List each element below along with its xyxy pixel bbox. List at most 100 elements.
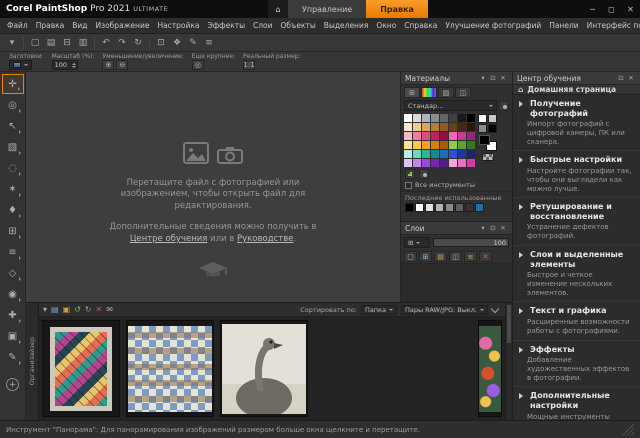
panel-menu-icon[interactable]: ▾ bbox=[478, 73, 488, 83]
new-image-icon[interactable]: ▢ bbox=[27, 36, 43, 50]
all-tools-checkbox[interactable] bbox=[405, 181, 412, 189]
undo-icon[interactable]: ↶ bbox=[98, 36, 114, 50]
organizer-tab[interactable]: Организайзер bbox=[26, 303, 39, 420]
gradient-tab[interactable]: ▨ bbox=[438, 87, 454, 98]
menu-item-layers[interactable]: Слои bbox=[249, 21, 277, 30]
learning-section-advanced[interactable]: Дополнительные настройки Мощные инструме… bbox=[513, 387, 640, 420]
color-swatch[interactable] bbox=[449, 132, 457, 140]
color-swatch[interactable] bbox=[458, 114, 466, 122]
menu-item-help[interactable]: Справка bbox=[400, 21, 441, 30]
color-swatch[interactable] bbox=[488, 114, 497, 123]
menu-item-palettes[interactable]: Панели bbox=[545, 21, 582, 30]
collapse-panel-icon[interactable] bbox=[490, 304, 500, 313]
color-swatch[interactable] bbox=[440, 123, 448, 131]
color-swatch[interactable] bbox=[458, 150, 466, 158]
pick-tool-button[interactable]: ↖ bbox=[2, 116, 24, 136]
foreground-color-swatch[interactable] bbox=[478, 135, 490, 145]
add-swatch-button[interactable] bbox=[405, 169, 415, 179]
spin-up-icon[interactable] bbox=[71, 61, 76, 65]
menu-item-selections[interactable]: Выделения bbox=[320, 21, 373, 30]
learning-section-text-graphics[interactable]: Текст и графика Расширенные возможности … bbox=[513, 302, 640, 341]
color-swatch[interactable] bbox=[478, 124, 487, 133]
palette-toggle-icon[interactable]: ❖ bbox=[169, 36, 185, 50]
color-swatch[interactable] bbox=[458, 141, 466, 149]
color-swatch[interactable] bbox=[404, 123, 412, 131]
menu-item-adjust[interactable]: Настройка bbox=[153, 21, 203, 30]
panel-float-icon[interactable]: ⊡ bbox=[488, 223, 498, 233]
color-swatch[interactable] bbox=[413, 123, 421, 131]
color-swatch[interactable] bbox=[413, 141, 421, 149]
color-swatch[interactable] bbox=[440, 132, 448, 140]
color-swatch[interactable] bbox=[422, 114, 430, 122]
zoom-in-button[interactable]: ⊕ bbox=[102, 60, 115, 70]
actual-size-button[interactable]: 1:1 bbox=[243, 60, 256, 70]
minimize-button[interactable]: ─ bbox=[583, 0, 602, 18]
new-group-button[interactable]: ⊞ bbox=[419, 251, 432, 262]
color-swatch[interactable] bbox=[431, 132, 439, 140]
organizer-menu-icon[interactable]: ▾ bbox=[43, 305, 47, 314]
color-swatch[interactable] bbox=[413, 114, 421, 122]
color-swatch[interactable] bbox=[413, 132, 421, 140]
email-icon[interactable]: ✉ bbox=[106, 305, 113, 314]
dropper-tool-button[interactable]: ♦ bbox=[2, 200, 24, 220]
resize-grip[interactable] bbox=[622, 423, 634, 436]
rotate-left-icon[interactable]: ↺ bbox=[74, 305, 81, 314]
menu-item-view[interactable]: Вид bbox=[68, 21, 91, 30]
pattern-tab[interactable]: ◫ bbox=[455, 87, 471, 98]
menu-item-objects[interactable]: Объекты bbox=[277, 21, 320, 30]
panel-close-icon[interactable]: ✕ bbox=[626, 73, 636, 83]
panel-float-icon[interactable]: ⊡ bbox=[616, 73, 626, 83]
color-swatch[interactable] bbox=[431, 150, 439, 158]
color-swatch[interactable] bbox=[422, 159, 430, 167]
organizer-scrollbar[interactable] bbox=[505, 303, 512, 420]
maximize-button[interactable]: ◻ bbox=[602, 0, 621, 18]
selection-tool-button[interactable]: ▧ bbox=[2, 137, 24, 157]
color-swatch[interactable] bbox=[458, 123, 466, 131]
color-swatch[interactable] bbox=[404, 150, 412, 158]
color-swatch[interactable] bbox=[431, 141, 439, 149]
color-swatch[interactable] bbox=[449, 123, 457, 131]
swatch-set-dropdown[interactable]: Стандар... bbox=[404, 100, 497, 111]
color-swatch[interactable] bbox=[404, 114, 412, 122]
refresh-icon[interactable]: ↻ bbox=[130, 36, 146, 50]
edit-mode-icon[interactable]: ✎ bbox=[185, 36, 201, 50]
color-swatch[interactable] bbox=[478, 114, 487, 123]
color-swatch[interactable] bbox=[425, 203, 434, 212]
thumbnail-mosaic-photo[interactable] bbox=[126, 320, 214, 417]
color-swatch[interactable] bbox=[467, 159, 475, 167]
color-swatch[interactable] bbox=[405, 203, 414, 212]
panel-close-icon[interactable]: ✕ bbox=[498, 223, 508, 233]
menu-item-photo-fix[interactable]: Улучшение фотографий bbox=[441, 21, 545, 30]
rotate-right-icon[interactable]: ↻ bbox=[85, 305, 92, 314]
zoom-larger-button[interactable]: ◎ bbox=[191, 60, 204, 70]
tab-manage[interactable]: Управление bbox=[288, 0, 367, 18]
makeover-tool-button[interactable]: ✚ bbox=[2, 305, 24, 325]
screen-capture-icon[interactable]: ⊡ bbox=[153, 36, 169, 50]
adjustment-layer-button[interactable]: ≡ bbox=[464, 251, 477, 262]
crop-tool-button[interactable]: ⊞ bbox=[2, 221, 24, 241]
color-swatch[interactable] bbox=[440, 150, 448, 158]
color-swatch[interactable] bbox=[449, 141, 457, 149]
menu-item-image[interactable]: Изображение bbox=[92, 21, 154, 30]
open-file-icon[interactable]: ▤ bbox=[43, 36, 59, 50]
sort-by-dropdown[interactable]: Папка bbox=[360, 304, 397, 315]
menu-item-file[interactable]: Файл bbox=[3, 21, 32, 30]
learning-section-effects[interactable]: Эффекты Добавление художественных эффект… bbox=[513, 341, 640, 388]
learning-section-quick-adjust[interactable]: Быстрые настройки Настройте фотографии т… bbox=[513, 151, 640, 199]
mask-layer-button[interactable]: ◫ bbox=[449, 251, 462, 262]
color-swatch[interactable] bbox=[415, 203, 424, 212]
clone-tool-button[interactable]: ▣ bbox=[2, 326, 24, 346]
thumbnail-flowers-photo[interactable] bbox=[478, 320, 502, 417]
magic-wand-tool-button[interactable]: ✶ bbox=[2, 179, 24, 199]
swatches-tab[interactable]: ⊞ bbox=[404, 87, 420, 98]
color-swatch[interactable] bbox=[467, 123, 475, 131]
perspective-tool-button[interactable]: ◇ bbox=[2, 263, 24, 283]
color-swatch[interactable] bbox=[431, 159, 439, 167]
color-swatch[interactable] bbox=[467, 150, 475, 158]
menu-item-window[interactable]: Окно bbox=[372, 21, 400, 30]
user-guide-link[interactable]: Руководстве bbox=[237, 234, 293, 244]
foreground-background-swatch[interactable] bbox=[478, 135, 497, 151]
color-swatch[interactable] bbox=[440, 159, 448, 167]
learning-home-row[interactable]: ⌂ Домашняя страница bbox=[513, 85, 640, 95]
learning-section-layers[interactable]: Слои и выделенные элементы Быстрое и чет… bbox=[513, 246, 640, 303]
